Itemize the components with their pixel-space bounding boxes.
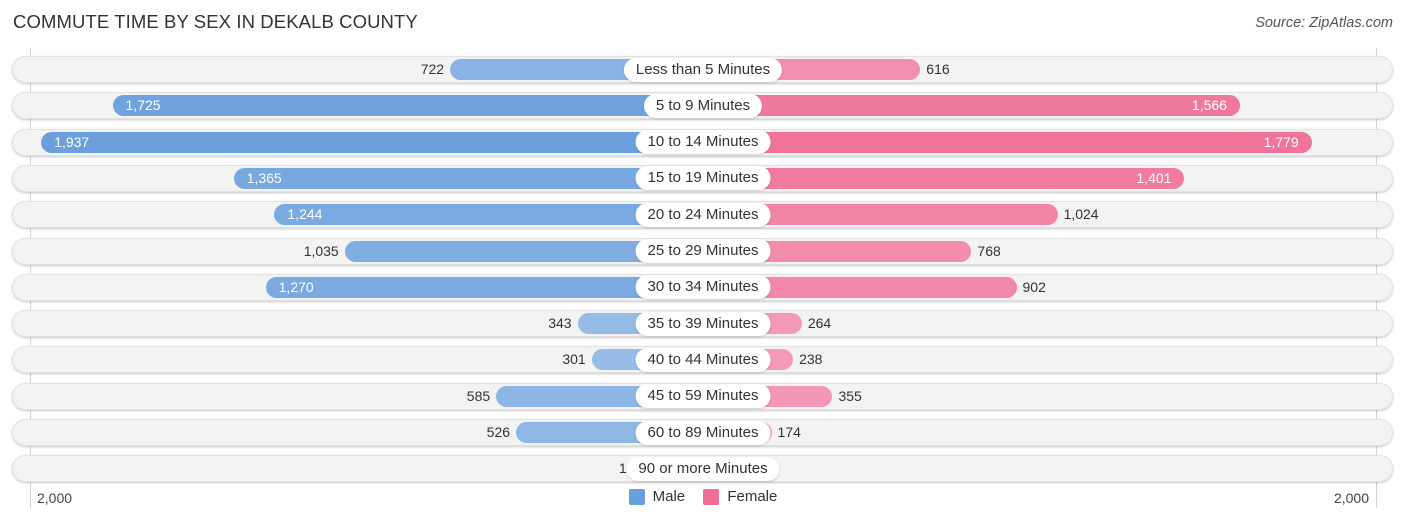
value-label-male: 722 <box>420 61 445 77</box>
value-label-male: 1,365 <box>246 169 282 186</box>
category-label: 15 to 19 Minutes <box>635 166 771 191</box>
value-label-female: 902 <box>1022 278 1046 295</box>
bar-male[interactable] <box>233 167 703 189</box>
category-label: 20 to 24 Minutes <box>635 202 771 227</box>
category-label: 40 to 44 Minutes <box>635 347 771 372</box>
category-label: 90 or more Minutes <box>626 456 780 481</box>
legend-item-female[interactable]: Female <box>703 488 777 505</box>
value-label-male: 343 <box>548 315 572 332</box>
legend-swatch-male <box>628 488 645 505</box>
value-label-female: 768 <box>977 242 1001 259</box>
value-label-male: 301 <box>562 351 586 368</box>
value-label-male: 526 <box>486 424 511 440</box>
chart-area: 722 616 Less than 5 Minutes 1,725 1,566 5 to … <box>0 0 1406 523</box>
legend-label-male: Male <box>652 488 686 505</box>
bar-male[interactable] <box>112 95 703 117</box>
value-label-male: 1,035 <box>303 242 339 259</box>
category-label: 35 to 39 Minutes <box>635 311 771 336</box>
category-label: 30 to 34 Minutes <box>635 275 771 300</box>
value-label-female: 264 <box>807 315 832 332</box>
value-label-female: 355 <box>838 387 862 404</box>
value-label-male: 1,270 <box>278 278 314 295</box>
bar-male[interactable] <box>41 131 703 153</box>
value-label-male: 585 <box>466 387 491 404</box>
category-label: 10 to 14 Minutes <box>635 130 771 155</box>
legend-label-female: Female <box>727 488 778 505</box>
value-label-female: 616 <box>926 61 950 77</box>
value-label-male: 1,725 <box>125 97 161 114</box>
category-label: Less than 5 Minutes <box>623 57 783 82</box>
value-label-female: 1,779 <box>1263 133 1299 150</box>
value-label-male: 1,937 <box>54 133 90 150</box>
category-label: 5 to 9 Minutes <box>643 93 763 118</box>
value-label-female: 1,566 <box>1191 97 1227 114</box>
value-label-female: 1,401 <box>1136 169 1172 186</box>
value-label-female: 1,024 <box>1063 206 1099 223</box>
bar-female[interactable] <box>703 167 1185 189</box>
value-label-female: 238 <box>799 351 823 368</box>
legend: Male Female <box>0 488 1406 509</box>
category-label: 45 to 59 Minutes <box>635 384 771 409</box>
bar-female[interactable] <box>703 131 1312 153</box>
category-label: 25 to 29 Minutes <box>635 239 771 263</box>
bar-female[interactable] <box>703 95 1240 117</box>
legend-swatch-female <box>703 488 720 505</box>
value-label-female: 174 <box>777 424 801 440</box>
value-label-male: 1,244 <box>287 206 323 223</box>
category-label: 60 to 89 Minutes <box>635 420 771 445</box>
legend-item-male[interactable]: Male <box>628 488 686 505</box>
